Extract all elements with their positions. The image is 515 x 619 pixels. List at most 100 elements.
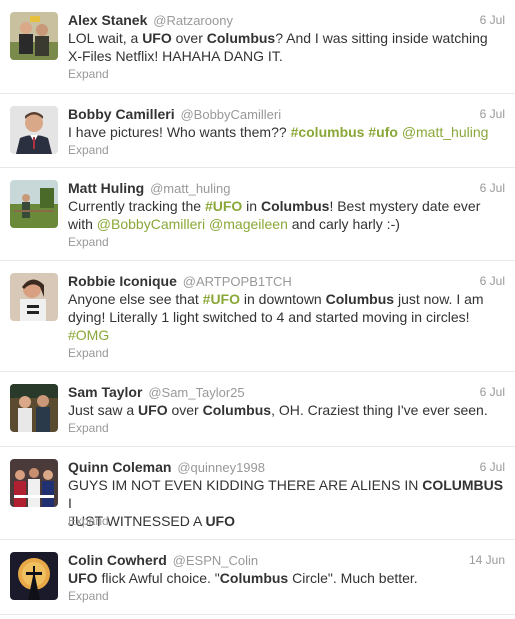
mention-link[interactable]: @BobbyCamilleri	[97, 216, 205, 232]
tweet-item[interactable]: Robbie Iconique @ARTPOPB1TCH 6 Jul Anyon…	[0, 261, 515, 372]
author-handle[interactable]: @quinney1998	[177, 460, 265, 475]
text-segment: Columbus	[202, 402, 272, 418]
tweet-item[interactable]: Matt Huling @matt_huling 6 Jul Currently…	[0, 168, 515, 261]
author-name[interactable]: Alex Stanek	[68, 12, 147, 28]
tweet-date[interactable]: 6 Jul	[480, 13, 505, 27]
tweet-item[interactable]: Alex Stanek @Ratzaroony 6 Jul LOL wait, …	[0, 0, 515, 94]
tweet-text-line: Anyone else see that #UFO in downtown Co…	[68, 290, 508, 308]
tweet-item[interactable]: Quinn Coleman @quinney1998 6 Jul GUYS IM…	[0, 447, 515, 540]
text-segment: UFO	[138, 402, 168, 418]
hashtag-link[interactable]: #UFO	[203, 291, 240, 307]
tweet-text-line: dying! Literally 1 light switched to 4 a…	[68, 308, 508, 326]
tweet-item[interactable]: Bobby Camilleri @BobbyCamilleri 6 Jul I …	[0, 94, 515, 168]
tweet-text-line: Currently tracking the #UFO in Columbus!…	[68, 197, 508, 215]
author-handle[interactable]: @ESPN_Colin	[173, 553, 258, 568]
text-segment: Currently tracking the	[68, 198, 205, 214]
text-segment: Just saw a	[68, 402, 139, 418]
text-segment: UFO	[205, 513, 235, 529]
expand-link[interactable]: Expand	[68, 589, 109, 603]
hashtag-link[interactable]: #ufo	[368, 124, 398, 140]
text-segment: over	[171, 30, 207, 46]
text-segment: UFO	[68, 570, 98, 586]
tweet-date[interactable]: 6 Jul	[480, 107, 505, 121]
text-segment: Circle". Much better.	[288, 570, 418, 586]
author-name[interactable]: Quinn Coleman	[68, 459, 171, 475]
profile-photo-group-icon	[10, 459, 58, 507]
mention-link[interactable]: @mageileen	[209, 216, 288, 232]
avatar[interactable]	[10, 552, 58, 600]
avatar[interactable]	[10, 106, 58, 154]
tweet-date[interactable]: 14 Jun	[469, 553, 505, 567]
text-segment: ? And I was sitting inside watching	[275, 30, 488, 46]
tweet-text-line: JUST WITNESSED A UFO	[68, 512, 508, 530]
tweet-text-line: UFO flick Awful choice. "Columbus Circle…	[68, 569, 508, 587]
author-handle[interactable]: @matt_huling	[150, 181, 230, 196]
text-segment: COLUMBUS	[422, 477, 504, 493]
tweet-date[interactable]: 6 Jul	[480, 274, 505, 288]
text-segment: dying! Literally 1 light switched to 4 a…	[68, 309, 470, 325]
text-segment: over	[167, 402, 203, 418]
expand-link[interactable]: Expand	[68, 67, 109, 81]
tweet-date[interactable]: 6 Jul	[480, 385, 505, 399]
profile-photo-space-needle-moon-icon	[10, 552, 58, 600]
author-handle[interactable]: @Ratzaroony	[153, 13, 233, 28]
tweet-text: Currently tracking the #UFO in Columbus!…	[68, 197, 508, 233]
hashtag-link[interactable]: #UFO	[205, 198, 242, 214]
mention-link[interactable]: @matt_huling	[402, 124, 489, 140]
text-segment: Anyone else see that	[68, 291, 203, 307]
author-name[interactable]: Sam Taylor	[68, 384, 142, 400]
tweet-text: LOL wait, a UFO over Columbus? And I was…	[68, 29, 508, 65]
tweet-text-line: Just saw a UFO over Columbus, OH. Crazie…	[68, 401, 508, 419]
tweet-text-line: with @BobbyCamilleri @mageileen and carl…	[68, 215, 508, 233]
expand-link[interactable]: Expand	[68, 143, 109, 157]
tweet-item[interactable]: Colin Cowherd @ESPN_Colin 14 Jun UFO fli…	[0, 540, 515, 615]
text-segment: I	[68, 495, 72, 511]
author-name[interactable]: Matt Huling	[68, 180, 144, 196]
tweet-text-line: #OMG	[68, 326, 508, 344]
profile-photo-man-in-suit-icon	[10, 106, 58, 154]
text-segment: , OH. Craziest thing I've ever seen.	[271, 402, 488, 418]
text-segment: just now. I am	[394, 291, 484, 307]
tweet-text-line: X-Files Netflix! HAHAHA DANG IT.	[68, 47, 508, 65]
author-handle[interactable]: @BobbyCamilleri	[180, 107, 281, 122]
hashtag-link[interactable]: #columbus	[291, 124, 365, 140]
text-segment: with	[68, 216, 97, 232]
avatar[interactable]	[10, 12, 58, 60]
tweet-text: GUYS IM NOT EVEN KIDDING THERE ARE ALIEN…	[68, 476, 508, 530]
text-segment: Columbus	[325, 291, 395, 307]
text-segment: X-Files Netflix! HAHAHA DANG IT.	[68, 48, 283, 64]
author-name[interactable]: Robbie Iconique	[68, 273, 177, 289]
expand-link[interactable]: Expand	[68, 346, 109, 360]
tweet-text: UFO flick Awful choice. "Columbus Circle…	[68, 569, 508, 587]
expand-link[interactable]: Expand	[68, 235, 109, 249]
tweet-text: Just saw a UFO over Columbus, OH. Crazie…	[68, 401, 508, 419]
profile-photo-two-friends-icon	[10, 384, 58, 432]
text-segment: in	[242, 198, 261, 214]
avatar[interactable]	[10, 180, 58, 228]
avatar[interactable]	[10, 459, 58, 507]
avatar[interactable]	[10, 273, 58, 321]
text-segment: Columbus	[206, 30, 276, 46]
author-name[interactable]: Colin Cowherd	[68, 552, 167, 568]
text-segment: flick Awful choice. "	[97, 570, 220, 586]
profile-photo-sports-fans-icon	[10, 12, 58, 60]
hashtag-link[interactable]: #OMG	[68, 327, 109, 343]
text-segment: LOL wait, a	[68, 30, 143, 46]
tweet-item[interactable]: Sam Taylor @Sam_Taylor25 6 Jul Just saw …	[0, 372, 515, 447]
profile-photo-selfie-icon	[10, 273, 58, 321]
tweet-date[interactable]: 6 Jul	[480, 181, 505, 195]
text-segment: I have pictures! Who wants them??	[68, 124, 291, 140]
text-segment: Columbus	[260, 198, 330, 214]
tweet-text: I have pictures! Who wants them?? #colum…	[68, 123, 508, 141]
author-name[interactable]: Bobby Camilleri	[68, 106, 175, 122]
avatar[interactable]	[10, 384, 58, 432]
text-segment: UFO	[142, 30, 172, 46]
expand-link[interactable]: Expand	[68, 514, 109, 528]
tweet-date[interactable]: 6 Jul	[480, 460, 505, 474]
expand-link[interactable]: Expand	[68, 421, 109, 435]
tweet-text: Anyone else see that #UFO in downtown Co…	[68, 290, 508, 344]
author-handle[interactable]: @Sam_Taylor25	[148, 385, 244, 400]
text-segment: ! Best mystery date ever	[329, 198, 481, 214]
author-handle[interactable]: @ARTPOPB1TCH	[183, 274, 292, 289]
tweet-text-line: GUYS IM NOT EVEN KIDDING THERE ARE ALIEN…	[68, 476, 508, 512]
